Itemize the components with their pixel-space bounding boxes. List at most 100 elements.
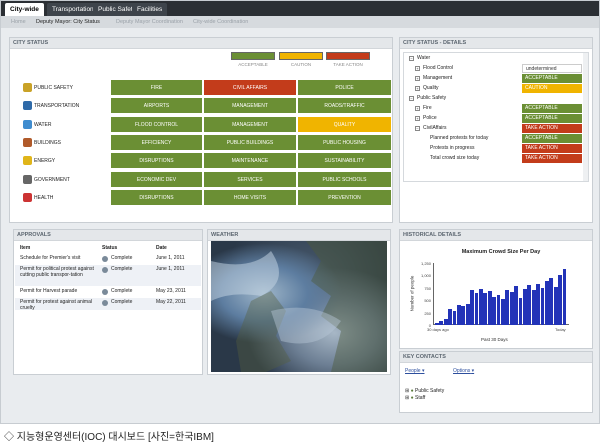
status-row-label: ENERGY bbox=[34, 158, 56, 165]
tab-transportation[interactable]: Transportation bbox=[47, 3, 99, 16]
approval-date: May 22, 2011 bbox=[156, 299, 186, 305]
chart-bar bbox=[479, 289, 483, 325]
legend-caution-swatch bbox=[279, 52, 323, 60]
status-cell[interactable]: HOME VISITS bbox=[203, 188, 297, 206]
status-cell[interactable]: ECONOMIC DEV bbox=[110, 170, 203, 188]
status-cell[interactable]: CIVIL AFFAIRS bbox=[203, 79, 297, 96]
tab-facilities[interactable]: Facilities bbox=[132, 3, 168, 16]
details-status-badge: ACCEPTABLE bbox=[522, 104, 582, 113]
weather-land-outline bbox=[211, 241, 387, 372]
chart-x-right-label: Today bbox=[555, 327, 566, 332]
chart-bar bbox=[470, 290, 474, 325]
details-status-badge: ACCEPTABLE bbox=[522, 134, 582, 143]
approval-status: Complete bbox=[111, 255, 133, 261]
status-cell[interactable]: FLOOD CONTROL bbox=[110, 115, 203, 133]
expand-icon[interactable]: + bbox=[415, 86, 420, 91]
status-cell[interactable]: SERVICES bbox=[203, 170, 297, 188]
status-cell[interactable]: AIRPORTS bbox=[110, 97, 203, 115]
sub-navigation: Home Deputy Mayor: City Status Deputy Ma… bbox=[1, 16, 599, 28]
chart-bar bbox=[562, 269, 567, 325]
status-cell[interactable]: POLICE bbox=[297, 79, 392, 96]
subnav-deputy-mayor-coordination[interactable]: Deputy Mayor Coordination bbox=[116, 16, 183, 28]
building-icon bbox=[23, 137, 32, 147]
chart-bar bbox=[443, 319, 448, 325]
status-cell[interactable]: FIRE bbox=[110, 79, 203, 96]
chevron-down-icon: ▾ bbox=[421, 368, 425, 374]
dashboard-window: City-wide Transportation Public Safety F… bbox=[0, 0, 600, 424]
status-cell[interactable]: MANAGEMENT bbox=[203, 115, 297, 133]
status-cell[interactable]: QUALITY bbox=[297, 115, 392, 133]
weather-satellite-map[interactable] bbox=[211, 241, 387, 372]
details-tree-item[interactable]: Water bbox=[417, 54, 430, 63]
chart-bar bbox=[540, 288, 545, 325]
details-tree-item[interactable]: Total crowd size today bbox=[430, 154, 479, 163]
status-cell[interactable]: PUBLIC BUILDINGS bbox=[203, 133, 297, 151]
status-cell[interactable]: PUBLIC HOUSING bbox=[297, 133, 392, 151]
approval-item[interactable]: Permit for Harvest parade bbox=[20, 288, 98, 294]
details-tree-item[interactable]: Flood Control bbox=[423, 64, 453, 73]
contact-group-staff[interactable]: ⊞ ● Staff bbox=[405, 394, 425, 403]
status-cell[interactable]: DISRUPTIONS bbox=[110, 152, 203, 170]
options-dropdown[interactable]: Options ▾ bbox=[453, 368, 474, 374]
people-dropdown[interactable]: People ▾ bbox=[405, 368, 424, 374]
chart-bar bbox=[553, 287, 558, 325]
legend-take-action-label: TAKE ACTION bbox=[333, 62, 363, 67]
chart-bar bbox=[527, 285, 532, 325]
expand-icon[interactable]: + bbox=[415, 116, 420, 121]
approval-status: Complete bbox=[111, 288, 133, 294]
details-tree-item[interactable]: Public Safety bbox=[417, 94, 446, 103]
details-scrollbar[interactable] bbox=[583, 53, 588, 181]
details-tree-item[interactable]: Protests in progress bbox=[430, 144, 474, 153]
complete-check-icon bbox=[102, 256, 108, 262]
status-cell[interactable]: SUSTAINABILITY bbox=[297, 152, 392, 170]
collapse-icon[interactable]: − bbox=[415, 126, 420, 131]
details-tree-item[interactable]: Fire bbox=[423, 104, 432, 113]
status-cell[interactable]: MANAGEMENT bbox=[203, 97, 297, 115]
y-tick-label: 250 bbox=[424, 310, 431, 316]
capitol-icon bbox=[23, 174, 32, 184]
details-tree-item[interactable]: Planned protests for today bbox=[430, 134, 488, 143]
shield-icon bbox=[23, 83, 32, 92]
y-tick-label: 1,000 bbox=[420, 273, 431, 279]
tab-city-wide[interactable]: City-wide bbox=[5, 3, 44, 16]
status-cell[interactable]: MAINTENANCE bbox=[203, 152, 297, 170]
legend-acceptable-label: ACCEPTABLE bbox=[238, 62, 268, 67]
top-tab-bar: City-wide Transportation Public Safety F… bbox=[1, 1, 599, 16]
subnav-city-wide-coordination[interactable]: City-wide Coordination bbox=[193, 16, 248, 28]
details-status-badge: TAKE ACTION bbox=[522, 144, 582, 153]
details-tree-item[interactable]: Quality bbox=[423, 84, 439, 93]
details-tree-item[interactable]: Management bbox=[423, 74, 452, 83]
historical-details-title: HISTORICAL DETAILS bbox=[400, 230, 592, 241]
chart-title: Maximum Crowd Size Per Day bbox=[461, 249, 541, 255]
collapse-icon[interactable]: − bbox=[409, 56, 414, 61]
chart-bar bbox=[514, 286, 518, 325]
status-cell[interactable]: DISRUPTIONS bbox=[110, 188, 203, 206]
faucet-icon bbox=[23, 119, 32, 129]
y-tick-label: 500 bbox=[424, 298, 431, 304]
weather-title: WEATHER bbox=[208, 230, 390, 241]
chart-bar bbox=[496, 295, 501, 325]
expand-icon[interactable]: + bbox=[415, 106, 420, 111]
chart-x-left-label: 30 days ago bbox=[427, 327, 449, 332]
expand-icon[interactable]: + bbox=[415, 66, 420, 71]
subnav-deputy-mayor-city-status[interactable]: Deputy Mayor: City Status bbox=[36, 16, 100, 28]
status-cell[interactable]: EFFICIENCY bbox=[110, 133, 203, 151]
expand-icon[interactable]: ⊞ bbox=[405, 395, 409, 401]
subnav-home[interactable]: Home bbox=[11, 16, 26, 28]
status-cell[interactable]: PREVENTION bbox=[297, 188, 392, 206]
details-tree-item[interactable]: Police bbox=[423, 114, 437, 123]
status-cell[interactable]: ROADS/TRAFFIC bbox=[297, 97, 392, 115]
complete-check-icon bbox=[102, 267, 108, 273]
chart-bar bbox=[545, 281, 549, 325]
status-cell[interactable]: PUBLIC SCHOOLS bbox=[297, 170, 392, 188]
chart-bar bbox=[558, 275, 562, 325]
approval-item[interactable]: Permit for protest against animal cruelt… bbox=[20, 299, 98, 311]
approval-item[interactable]: Schedule for Premier's visit bbox=[20, 255, 98, 261]
details-tree-item[interactable]: CivilAffairs bbox=[423, 124, 447, 133]
expand-icon[interactable]: + bbox=[415, 76, 420, 81]
details-status-badge: TAKE ACTION bbox=[522, 124, 582, 133]
collapse-icon[interactable]: − bbox=[409, 96, 414, 101]
people-label: People bbox=[405, 368, 421, 374]
approval-item[interactable]: Permit for political protest against cut… bbox=[20, 266, 98, 278]
chart-bar bbox=[461, 306, 466, 325]
